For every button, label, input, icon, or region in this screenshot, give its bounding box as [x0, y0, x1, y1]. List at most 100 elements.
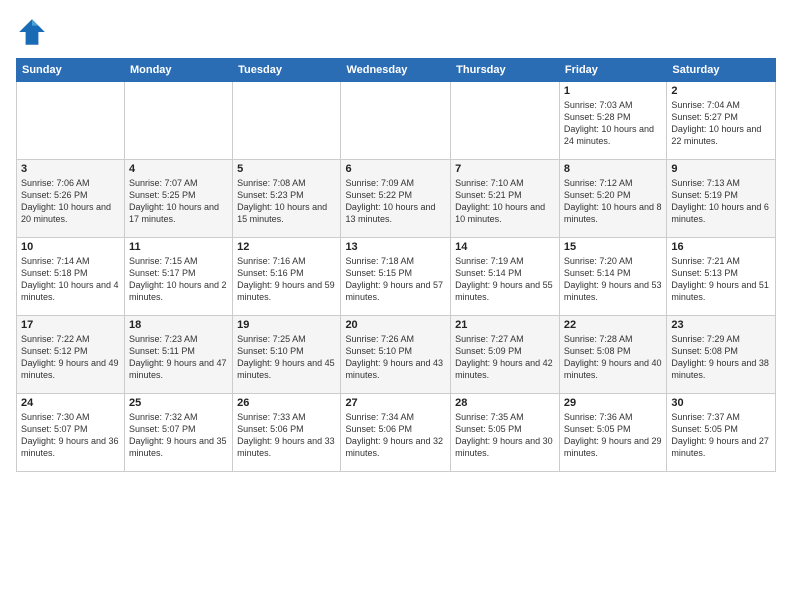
- calendar-cell: [451, 82, 560, 160]
- day-number: 6: [345, 163, 446, 175]
- calendar-cell: 7 Sunrise: 7:10 AMSunset: 5:21 PMDaylight…: [451, 160, 560, 238]
- calendar-cell: 22 Sunrise: 7:28 AMSunset: 5:08 PMDayligh…: [559, 316, 666, 394]
- weekday-header-friday: Friday: [559, 59, 666, 82]
- day-number: 2: [671, 85, 771, 97]
- day-number: 15: [564, 241, 662, 253]
- day-info: Sunrise: 7:08 AMSunset: 5:23 PMDaylight:…: [237, 177, 336, 226]
- calendar-cell: 18 Sunrise: 7:23 AMSunset: 5:11 PMDayligh…: [124, 316, 232, 394]
- calendar-cell: 25 Sunrise: 7:32 AMSunset: 5:07 PMDayligh…: [124, 394, 232, 472]
- calendar-cell: 11 Sunrise: 7:15 AMSunset: 5:17 PMDayligh…: [124, 238, 232, 316]
- day-number: 7: [455, 163, 555, 175]
- calendar-cell: [233, 82, 341, 160]
- day-info: Sunrise: 7:33 AMSunset: 5:06 PMDaylight:…: [237, 411, 336, 460]
- page: SundayMondayTuesdayWednesdayThursdayFrid…: [0, 0, 792, 612]
- day-number: 8: [564, 163, 662, 175]
- day-info: Sunrise: 7:26 AMSunset: 5:10 PMDaylight:…: [345, 333, 446, 382]
- day-info: Sunrise: 7:32 AMSunset: 5:07 PMDaylight:…: [129, 411, 228, 460]
- day-number: 3: [21, 163, 120, 175]
- day-number: 27: [345, 397, 446, 409]
- day-number: 26: [237, 397, 336, 409]
- weekday-header-tuesday: Tuesday: [233, 59, 341, 82]
- calendar-cell: 12 Sunrise: 7:16 AMSunset: 5:16 PMDayligh…: [233, 238, 341, 316]
- header: [16, 16, 776, 48]
- day-info: Sunrise: 7:06 AMSunset: 5:26 PMDaylight:…: [21, 177, 120, 226]
- day-info: Sunrise: 7:19 AMSunset: 5:14 PMDaylight:…: [455, 255, 555, 304]
- day-number: 30: [671, 397, 771, 409]
- calendar-cell: 10 Sunrise: 7:14 AMSunset: 5:18 PMDayligh…: [17, 238, 125, 316]
- day-number: 19: [237, 319, 336, 331]
- day-info: Sunrise: 7:15 AMSunset: 5:17 PMDaylight:…: [129, 255, 228, 304]
- calendar-week-2: 10 Sunrise: 7:14 AMSunset: 5:18 PMDayligh…: [17, 238, 776, 316]
- day-number: 10: [21, 241, 120, 253]
- weekday-header-wednesday: Wednesday: [341, 59, 451, 82]
- day-info: Sunrise: 7:14 AMSunset: 5:18 PMDaylight:…: [21, 255, 120, 304]
- day-number: 9: [671, 163, 771, 175]
- day-info: Sunrise: 7:34 AMSunset: 5:06 PMDaylight:…: [345, 411, 446, 460]
- calendar-cell: 20 Sunrise: 7:26 AMSunset: 5:10 PMDayligh…: [341, 316, 451, 394]
- calendar-cell: 2 Sunrise: 7:04 AMSunset: 5:27 PMDaylight…: [667, 82, 776, 160]
- day-number: 5: [237, 163, 336, 175]
- calendar-cell: [341, 82, 451, 160]
- day-number: 14: [455, 241, 555, 253]
- calendar-cell: 15Sunrise: 7:20 AMSunset: 5:14 PMDayligh…: [559, 238, 666, 316]
- day-info: Sunrise: 7:23 AMSunset: 5:11 PMDaylight:…: [129, 333, 228, 382]
- day-number: 20: [345, 319, 446, 331]
- day-number: 17: [21, 319, 120, 331]
- day-info: Sunrise: 7:18 AMSunset: 5:15 PMDaylight:…: [345, 255, 446, 304]
- calendar-cell: 19 Sunrise: 7:25 AMSunset: 5:10 PMDayligh…: [233, 316, 341, 394]
- calendar-cell: 1Sunrise: 7:03 AMSunset: 5:28 PMDaylight…: [559, 82, 666, 160]
- day-number: 21: [455, 319, 555, 331]
- weekday-header-saturday: Saturday: [667, 59, 776, 82]
- day-number: 22: [564, 319, 662, 331]
- day-info: Sunrise: 7:30 AMSunset: 5:07 PMDaylight:…: [21, 411, 120, 460]
- calendar-cell: 4Sunrise: 7:07 AMSunset: 5:25 PMDaylight…: [124, 160, 232, 238]
- logo: [16, 16, 52, 48]
- calendar-week-3: 17 Sunrise: 7:22 AMSunset: 5:12 PMDayligh…: [17, 316, 776, 394]
- day-number: 11: [129, 241, 228, 253]
- weekday-header-thursday: Thursday: [451, 59, 560, 82]
- calendar-cell: 26 Sunrise: 7:33 AMSunset: 5:06 PMDayligh…: [233, 394, 341, 472]
- calendar-cell: 30 Sunrise: 7:37 AMSunset: 5:05 PMDayligh…: [667, 394, 776, 472]
- day-info: Sunrise: 7:10 AMSunset: 5:21 PMDaylight:…: [455, 177, 555, 226]
- day-info: Sunrise: 7:37 AMSunset: 5:05 PMDaylight:…: [671, 411, 771, 460]
- day-info: Sunrise: 7:29 AMSunset: 5:08 PMDaylight:…: [671, 333, 771, 382]
- day-number: 25: [129, 397, 228, 409]
- calendar-cell: 23Sunrise: 7:29 AMSunset: 5:08 PMDayligh…: [667, 316, 776, 394]
- calendar-cell: 13 Sunrise: 7:18 AMSunset: 5:15 PMDayligh…: [341, 238, 451, 316]
- day-number: 18: [129, 319, 228, 331]
- day-info: Sunrise: 7:16 AMSunset: 5:16 PMDaylight:…: [237, 255, 336, 304]
- day-info: Sunrise: 7:21 AMSunset: 5:13 PMDaylight:…: [671, 255, 771, 304]
- day-number: 28: [455, 397, 555, 409]
- day-number: 1: [564, 85, 662, 97]
- day-info: Sunrise: 7:28 AMSunset: 5:08 PMDaylight:…: [564, 333, 662, 382]
- calendar-week-1: 3 Sunrise: 7:06 AMSunset: 5:26 PMDaylight…: [17, 160, 776, 238]
- calendar-cell: 5 Sunrise: 7:08 AMSunset: 5:23 PMDaylight…: [233, 160, 341, 238]
- day-info: Sunrise: 7:12 AMSunset: 5:20 PMDaylight:…: [564, 177, 662, 226]
- day-info: Sunrise: 7:22 AMSunset: 5:12 PMDaylight:…: [21, 333, 120, 382]
- calendar-cell: 17 Sunrise: 7:22 AMSunset: 5:12 PMDayligh…: [17, 316, 125, 394]
- weekday-header-monday: Monday: [124, 59, 232, 82]
- logo-icon: [16, 16, 48, 48]
- calendar-cell: [17, 82, 125, 160]
- calendar-table: SundayMondayTuesdayWednesdayThursdayFrid…: [16, 58, 776, 472]
- calendar-week-4: 24 Sunrise: 7:30 AMSunset: 5:07 PMDayligh…: [17, 394, 776, 472]
- day-number: 4: [129, 163, 228, 175]
- day-number: 13: [345, 241, 446, 253]
- day-info: Sunrise: 7:04 AMSunset: 5:27 PMDaylight:…: [671, 99, 771, 148]
- calendar-cell: 8 Sunrise: 7:12 AMSunset: 5:20 PMDaylight…: [559, 160, 666, 238]
- day-info: Sunrise: 7:36 AMSunset: 5:05 PMDaylight:…: [564, 411, 662, 460]
- calendar-cell: 16Sunrise: 7:21 AMSunset: 5:13 PMDayligh…: [667, 238, 776, 316]
- day-info: Sunrise: 7:13 AMSunset: 5:19 PMDaylight:…: [671, 177, 771, 226]
- calendar-cell: 29Sunrise: 7:36 AMSunset: 5:05 PMDayligh…: [559, 394, 666, 472]
- day-info: Sunrise: 7:25 AMSunset: 5:10 PMDaylight:…: [237, 333, 336, 382]
- day-number: 24: [21, 397, 120, 409]
- calendar-week-0: 1Sunrise: 7:03 AMSunset: 5:28 PMDaylight…: [17, 82, 776, 160]
- day-info: Sunrise: 7:27 AMSunset: 5:09 PMDaylight:…: [455, 333, 555, 382]
- calendar-cell: 28Sunrise: 7:35 AMSunset: 5:05 PMDayligh…: [451, 394, 560, 472]
- calendar-cell: 24 Sunrise: 7:30 AMSunset: 5:07 PMDayligh…: [17, 394, 125, 472]
- calendar-cell: 14 Sunrise: 7:19 AMSunset: 5:14 PMDayligh…: [451, 238, 560, 316]
- calendar-cell: 6Sunrise: 7:09 AMSunset: 5:22 PMDaylight…: [341, 160, 451, 238]
- calendar-header-row: SundayMondayTuesdayWednesdayThursdayFrid…: [17, 59, 776, 82]
- calendar-cell: 9 Sunrise: 7:13 AMSunset: 5:19 PMDaylight…: [667, 160, 776, 238]
- day-number: 12: [237, 241, 336, 253]
